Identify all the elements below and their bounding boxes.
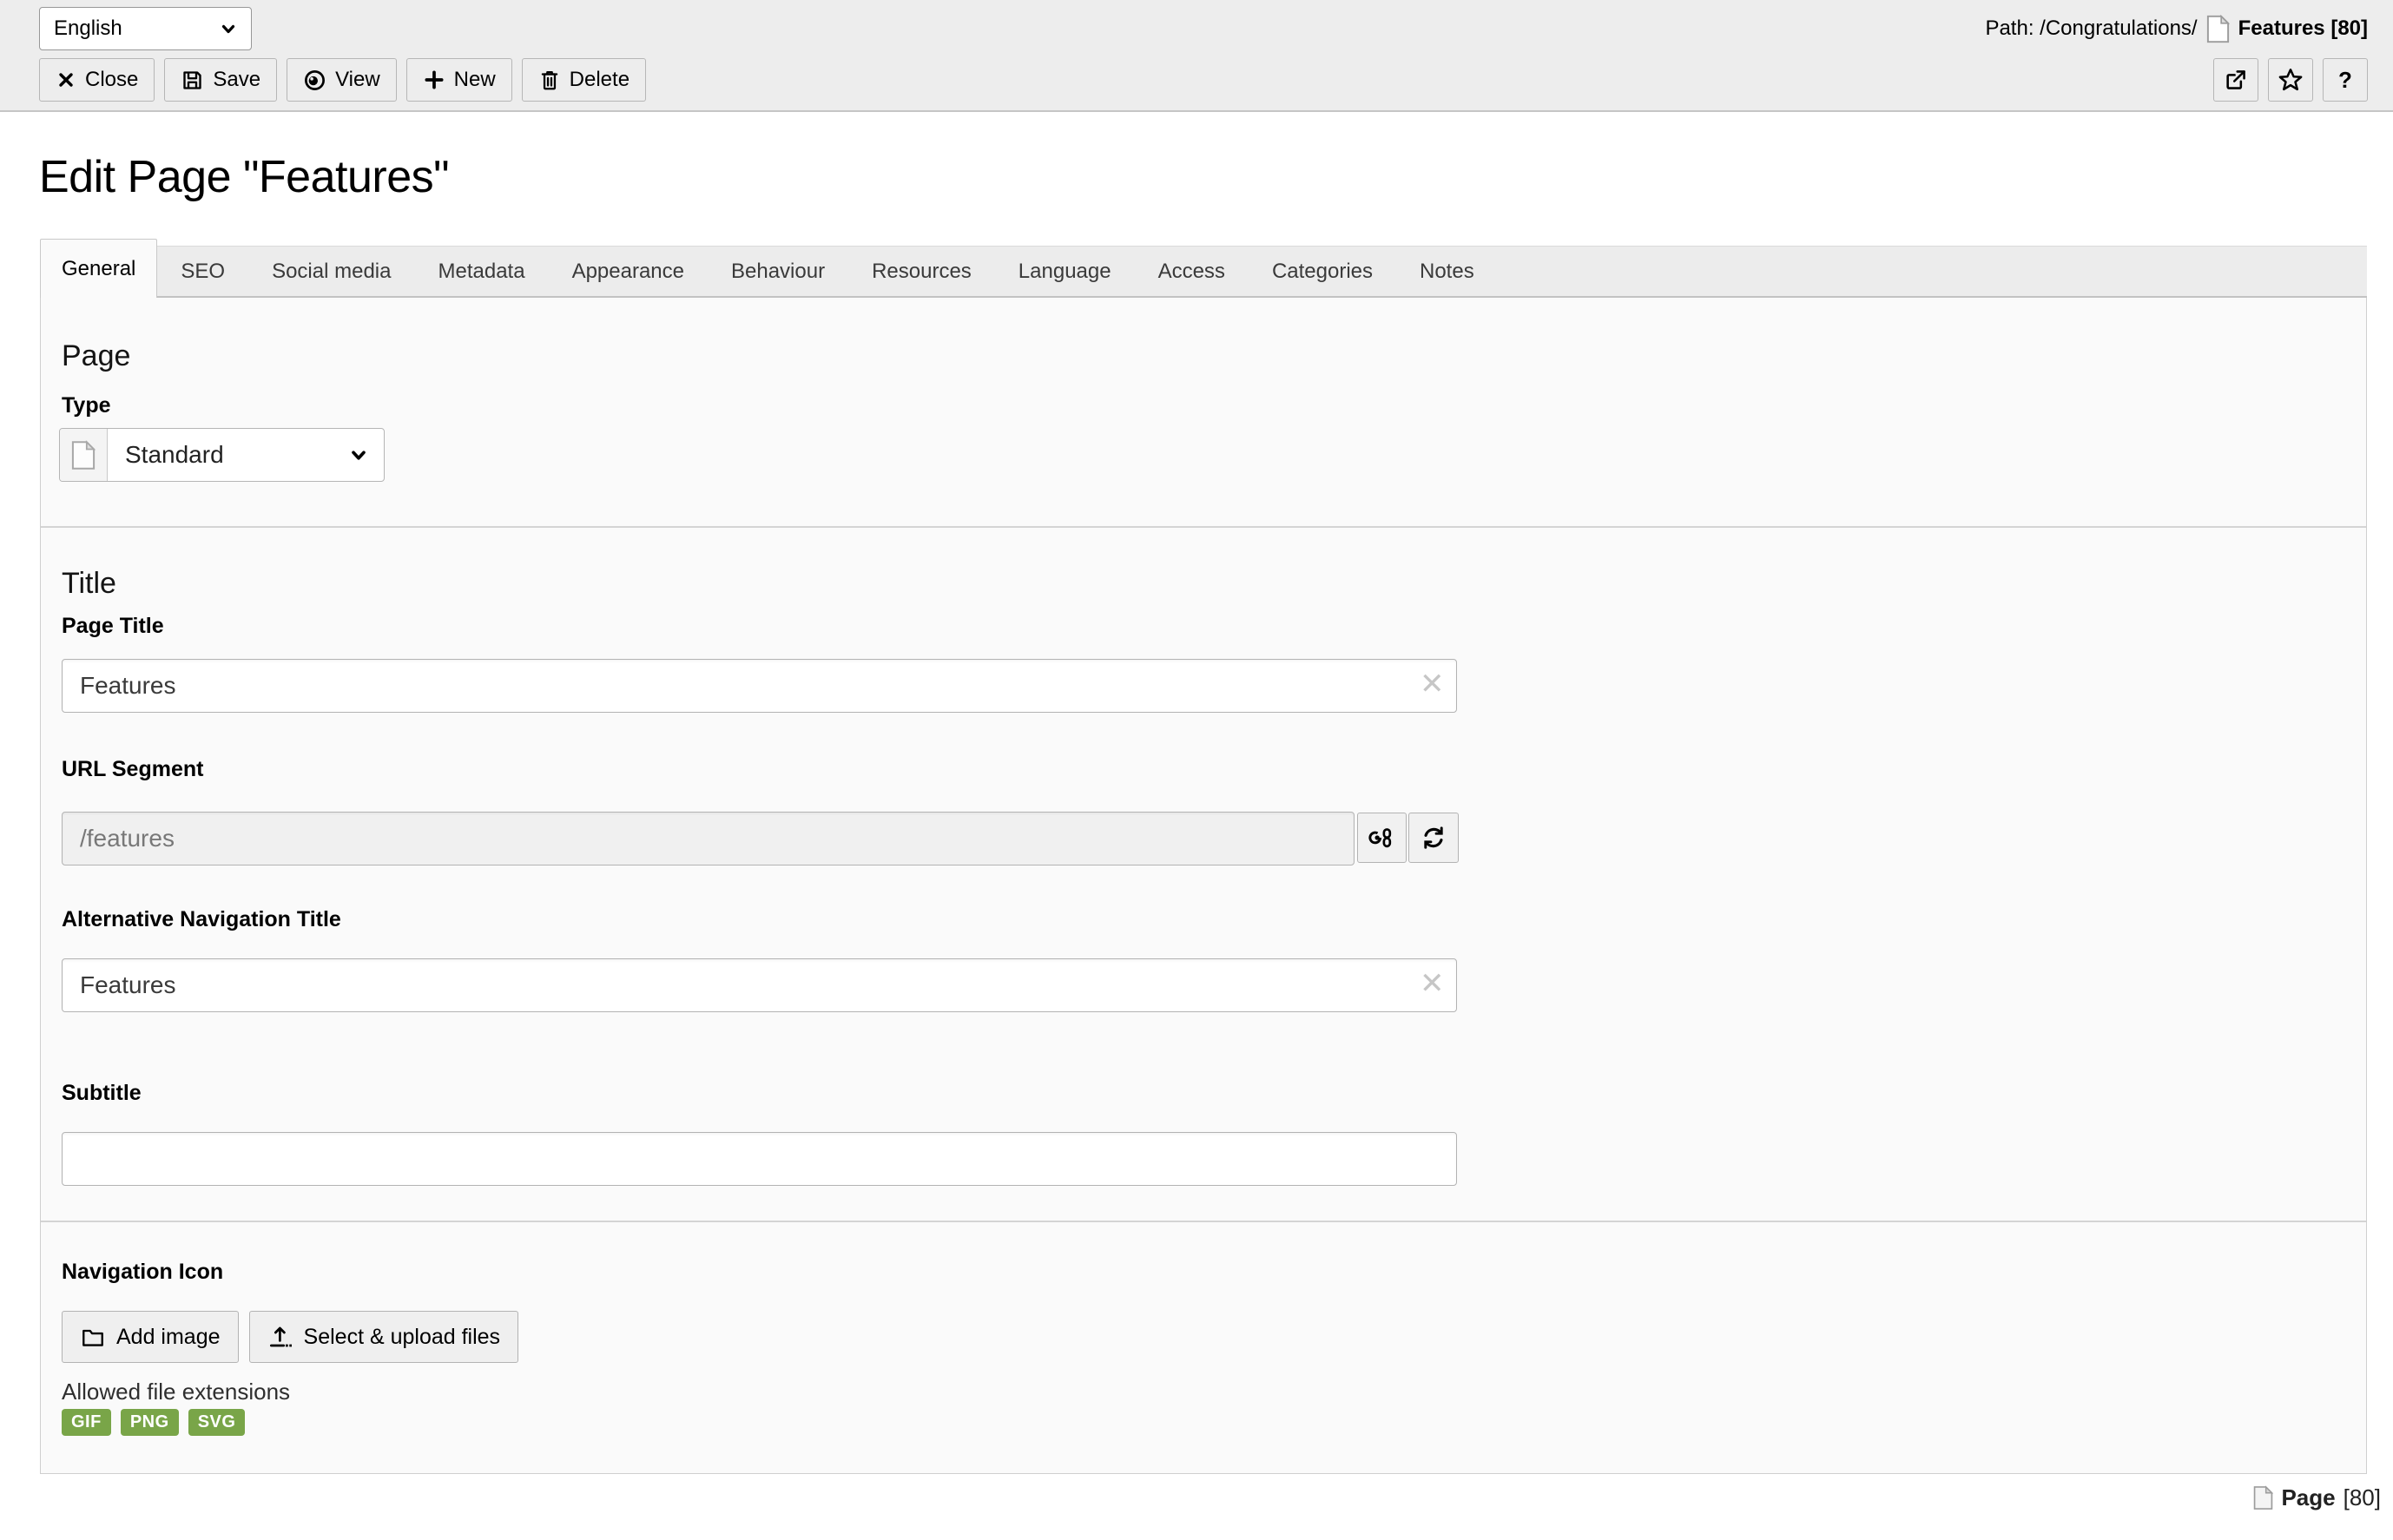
tab-language[interactable]: Language [995, 246, 1135, 298]
plus-icon [423, 69, 445, 91]
language-select-value: English [54, 16, 122, 41]
meta-button-row: ? [2213, 58, 2368, 102]
help-button[interactable]: ? [2323, 58, 2368, 102]
url-segment-recalculate-button[interactable] [1408, 813, 1459, 863]
view-button[interactable]: View [287, 58, 397, 102]
open-in-new-window-button[interactable] [2213, 58, 2258, 102]
page-type-select-value: Standard [125, 441, 224, 469]
footer-record-id: [80] [2344, 1484, 2381, 1511]
page-title-label: Page Title [62, 614, 164, 639]
refresh-icon [1420, 824, 1447, 852]
section-heading-navigation-icon: Navigation Icon [62, 1260, 223, 1285]
section-divider [41, 526, 2366, 528]
allowed-extension-badges: GIF PNG SVG [62, 1409, 245, 1436]
tab-resources[interactable]: Resources [848, 246, 995, 298]
action-button-row: Close Save View New Delete [39, 58, 646, 102]
clear-input-icon[interactable]: ✕ [1420, 969, 1445, 998]
chevron-down-icon [347, 444, 370, 466]
page-document-icon [71, 440, 96, 471]
open-in-new-window-icon [2224, 68, 2248, 92]
doc-header-toolbar: English Close Save View N [0, 0, 2393, 112]
page-title-input[interactable] [62, 659, 1457, 713]
url-segment-input[interactable] [62, 812, 1355, 865]
page-type-icon-cell [60, 429, 108, 481]
close-button-label: Close [85, 68, 138, 92]
language-select[interactable]: English [39, 7, 252, 50]
url-segment-toggle-button[interactable] [1357, 813, 1407, 863]
tab-bar: General SEO Social media Metadata Appear… [40, 246, 2367, 298]
page-type-select[interactable]: Standard [108, 429, 384, 481]
record-path: Path: /Congratulations/ Features [80] [1985, 9, 2368, 49]
tab-seo[interactable]: SEO [157, 246, 248, 298]
link-eye-icon [1368, 824, 1396, 852]
tab-social-media[interactable]: Social media [248, 246, 414, 298]
tab-metadata[interactable]: Metadata [414, 246, 548, 298]
view-eye-icon [303, 69, 326, 92]
select-upload-files-button[interactable]: Select & upload files [249, 1311, 519, 1363]
add-image-label: Add image [116, 1325, 221, 1350]
save-icon [181, 69, 204, 92]
record-title: Features [80] [2238, 16, 2368, 41]
clear-input-icon[interactable]: ✕ [1420, 669, 1445, 699]
extension-badge: SVG [188, 1409, 246, 1436]
help-icon: ? [2338, 67, 2352, 94]
new-button-label: New [454, 68, 496, 92]
view-button-label: View [335, 68, 380, 92]
extension-badge: GIF [62, 1409, 111, 1436]
save-button-label: Save [213, 68, 260, 92]
allowed-file-extensions-label: Allowed file extensions [62, 1379, 290, 1405]
alt-nav-title-input[interactable] [62, 958, 1457, 1012]
type-label: Type [62, 393, 111, 418]
folder-icon [80, 1325, 106, 1349]
record-footer: Page [80] [2253, 1484, 2381, 1511]
select-upload-files-label: Select & upload files [304, 1325, 501, 1350]
section-heading-page: Page [62, 339, 130, 373]
new-button[interactable]: New [406, 58, 512, 102]
save-button[interactable]: Save [164, 58, 277, 102]
tab-behaviour[interactable]: Behaviour [708, 246, 848, 298]
tab-categories[interactable]: Categories [1249, 246, 1396, 298]
navigation-icon-buttons: Add image Select & upload files [62, 1311, 518, 1363]
page-document-icon [2206, 15, 2230, 43]
delete-button[interactable]: Delete [522, 58, 646, 102]
tab-appearance[interactable]: Appearance [549, 246, 708, 298]
page-type-field: Standard [59, 428, 385, 482]
record-path-label: Path: /Congratulations/ [1985, 16, 2197, 41]
page-document-icon [2253, 1485, 2273, 1510]
section-heading-title: Title [62, 567, 116, 601]
subtitle-input[interactable] [62, 1132, 1457, 1186]
upload-icon [267, 1324, 293, 1350]
tab-general[interactable]: General [40, 239, 157, 298]
chevron-down-icon [218, 18, 239, 39]
general-tab-panel: Page Type Standard Title Page Title ✕ UR… [40, 298, 2367, 1474]
section-divider [41, 1221, 2366, 1222]
star-icon [2278, 67, 2304, 93]
bookmark-star-button[interactable] [2268, 58, 2313, 102]
close-button[interactable]: Close [39, 58, 155, 102]
subtitle-label: Subtitle [62, 1081, 142, 1106]
tab-access[interactable]: Access [1135, 246, 1249, 298]
url-segment-label: URL Segment [62, 757, 203, 782]
footer-record-name: Page [2281, 1484, 2335, 1511]
close-icon [56, 69, 76, 90]
tab-notes[interactable]: Notes [1396, 246, 1498, 298]
alt-nav-title-label: Alternative Navigation Title [62, 907, 341, 932]
page-title: Edit Page "Features" [39, 151, 449, 203]
trash-icon [538, 69, 561, 91]
extension-badge: PNG [121, 1409, 179, 1436]
delete-button-label: Delete [570, 68, 630, 92]
add-image-button[interactable]: Add image [62, 1311, 239, 1363]
